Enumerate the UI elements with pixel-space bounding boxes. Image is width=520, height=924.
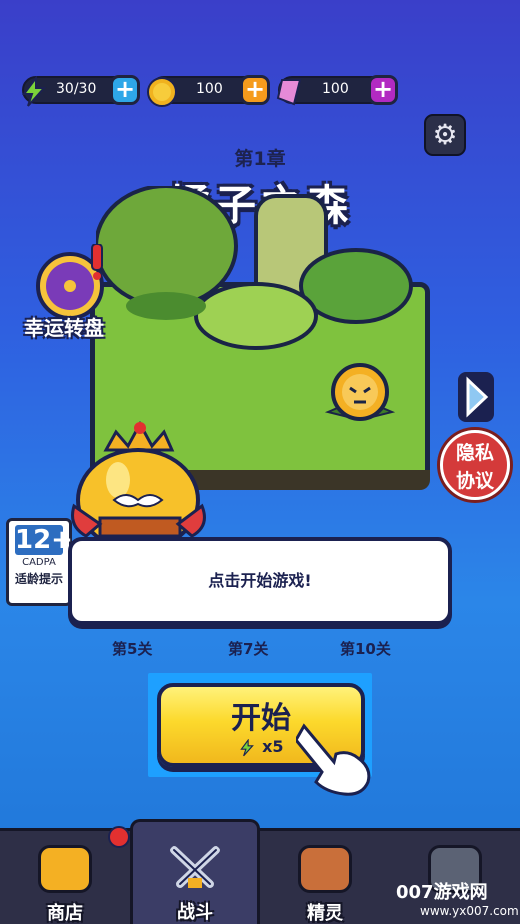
next-chapter-button[interactable]	[458, 372, 494, 422]
tab-shop-label: 商店	[47, 903, 83, 924]
age-rating-value: 12+	[15, 525, 73, 555]
level-marker-5[interactable]: 第5关	[112, 638, 152, 659]
age-rating-badge[interactable]: 12+ CADPA 适龄提示	[6, 518, 73, 606]
coin-icon	[147, 77, 177, 107]
energy-value: 30/30	[56, 81, 97, 97]
gem-bar: 100 +	[276, 75, 398, 106]
chapter-subtitle: 第1章	[234, 148, 286, 170]
age-rating-org: CADPA	[22, 557, 56, 568]
energy-bar: 30/30 +	[22, 75, 140, 107]
start-cost-value: x5	[262, 737, 284, 756]
privacy-label-line2: 协议	[455, 470, 494, 492]
coin-value: 100	[196, 81, 223, 97]
watermark-url: www.yx007.com	[420, 904, 519, 918]
start-hint-text: 点击开始游戏!	[208, 571, 312, 590]
privacy-policy-button[interactable]: 隐私 协议	[440, 430, 510, 500]
start-hint-dialog: 点击开始游戏!	[68, 537, 452, 625]
tab-spirit[interactable]: 精灵	[260, 831, 390, 924]
notification-badge	[108, 826, 130, 848]
chevron-right-icon	[466, 376, 489, 418]
tab-battle[interactable]: 战斗	[130, 819, 260, 924]
gem-value: 100	[322, 81, 349, 97]
tab-spirit-label: 精灵	[307, 903, 343, 924]
add-energy-button[interactable]: +	[110, 75, 140, 105]
add-gem-button[interactable]: +	[368, 75, 398, 105]
forest-bushes-illustration	[96, 186, 413, 350]
orange-enemy-icon[interactable]	[322, 362, 398, 428]
king-character-icon	[71, 420, 206, 546]
watermark-brand: 007游戏网	[396, 882, 488, 903]
crossed-swords-icon	[170, 846, 220, 888]
privacy-label-line1: 隐私	[455, 442, 494, 464]
shop-coin-icon	[38, 845, 92, 893]
gem-icon	[276, 79, 302, 106]
lucky-wheel-label[interactable]: 幸运转盘	[24, 312, 104, 341]
energy-icon	[240, 737, 255, 756]
level-marker-10[interactable]: 第10关	[340, 638, 391, 659]
backpack-icon	[298, 845, 352, 893]
tab-battle-label: 战斗	[177, 902, 213, 923]
add-coin-button[interactable]: +	[240, 75, 270, 105]
level-marker-7[interactable]: 第7关	[228, 638, 268, 659]
age-rating-tip: 适龄提示	[14, 572, 63, 586]
energy-icon	[22, 76, 47, 107]
pointing-hand-icon	[296, 723, 371, 796]
coin-bar: 100 +	[147, 75, 270, 107]
